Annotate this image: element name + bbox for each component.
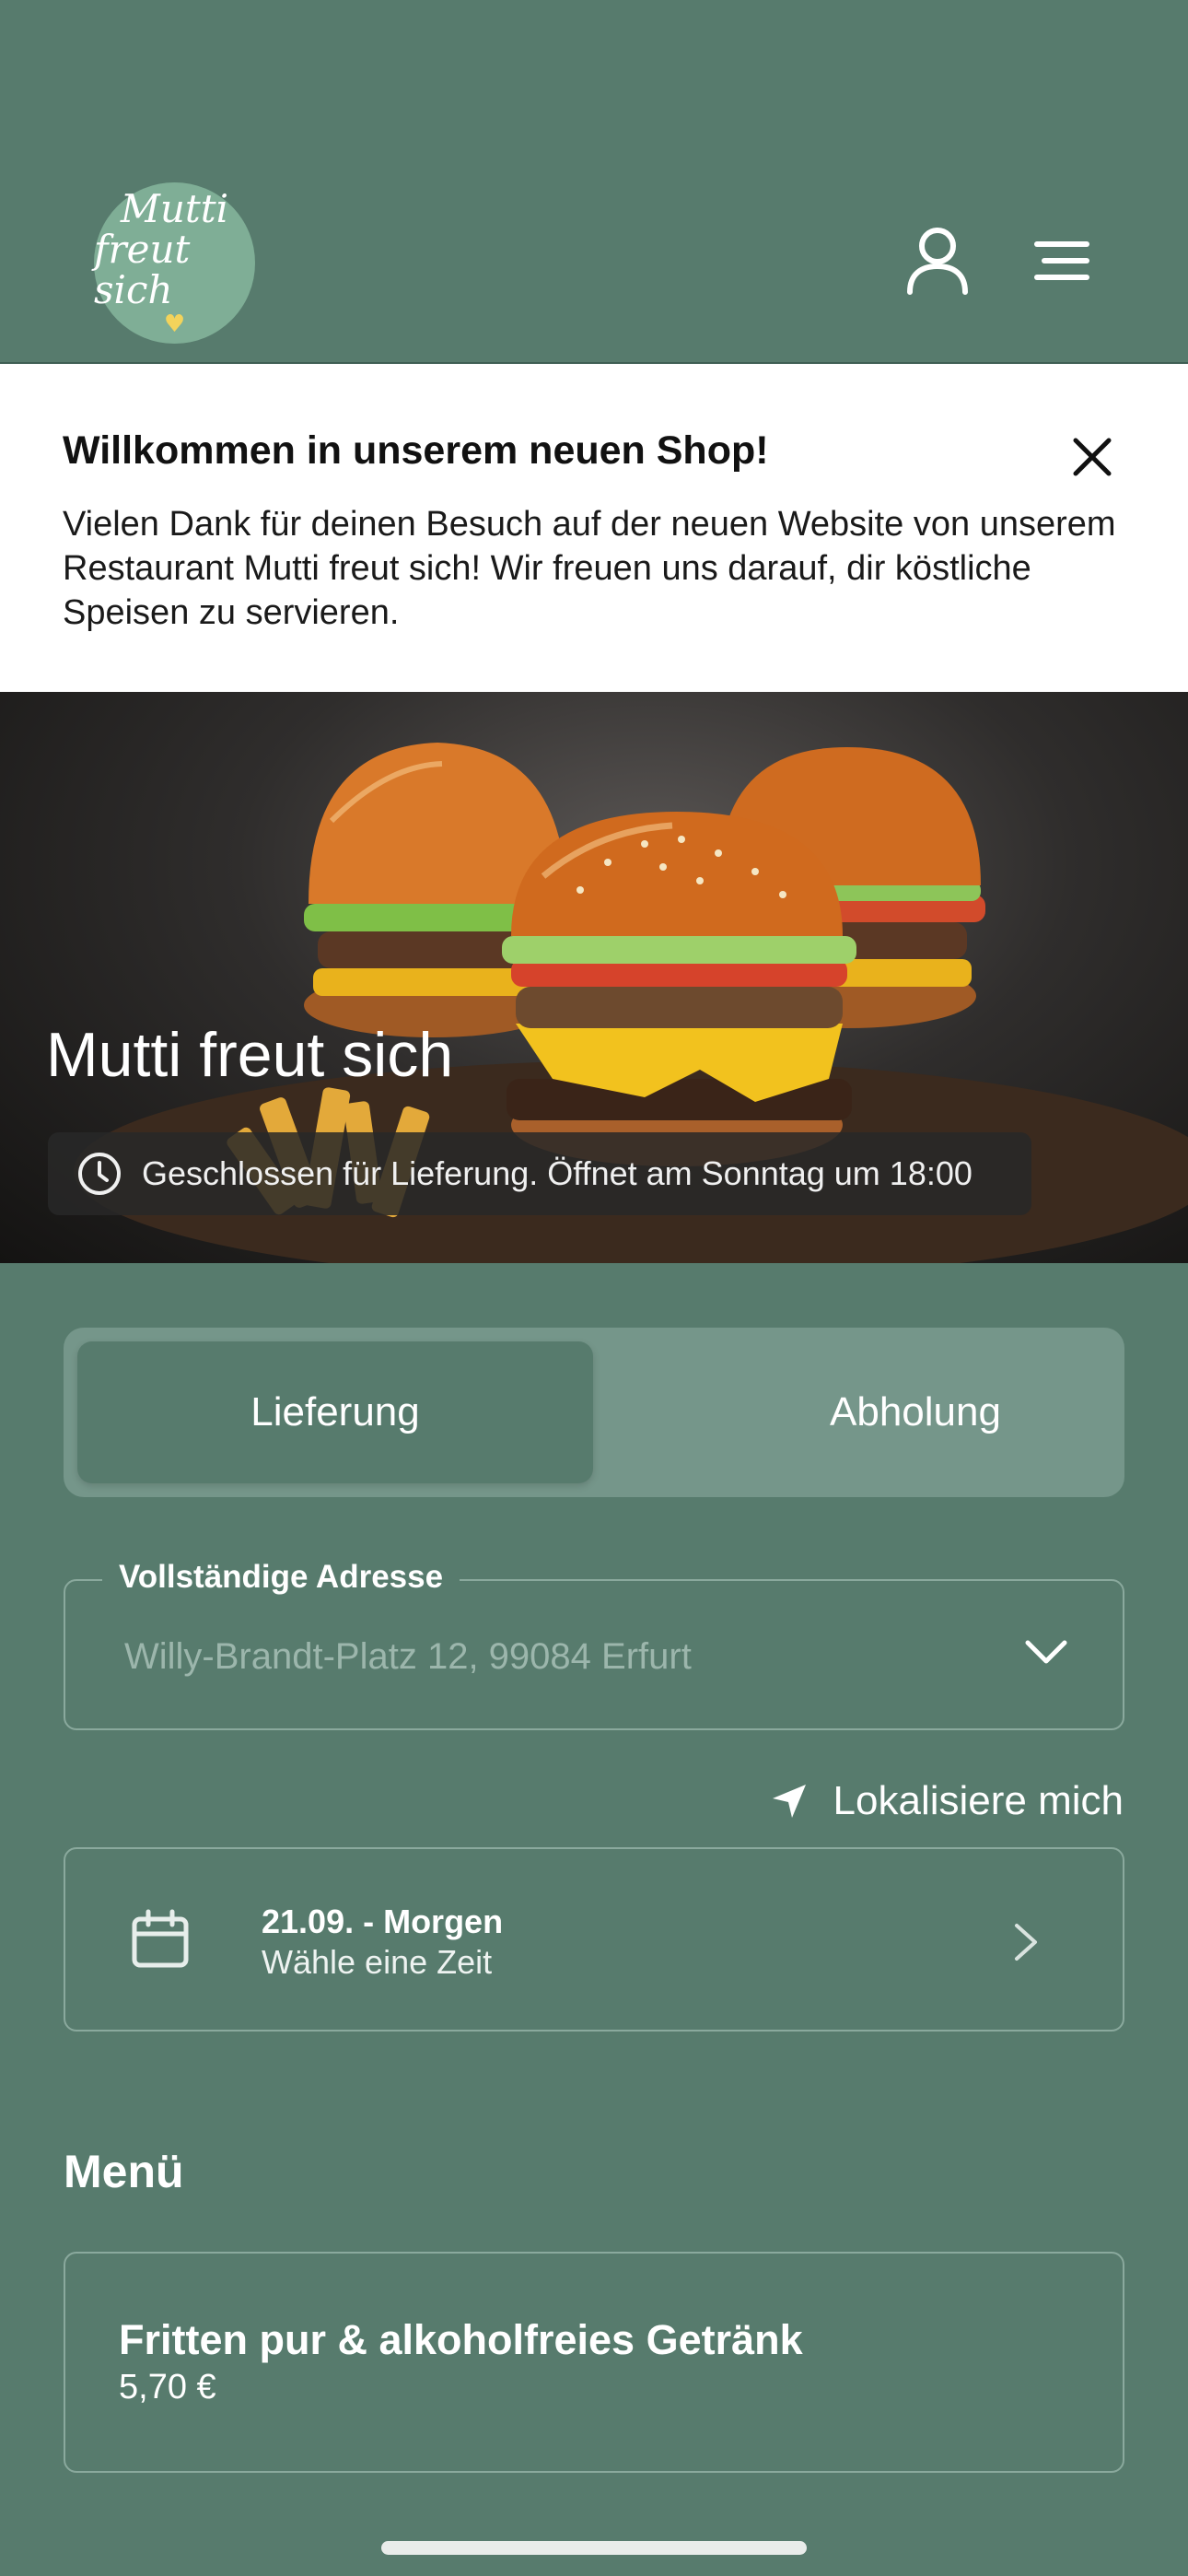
locate-me-label: Lokalisiere mich [833, 1778, 1124, 1823]
app-header: Mutti freut sich ♥ [0, 0, 1188, 364]
close-icon[interactable] [1068, 433, 1116, 481]
chevron-down-icon[interactable] [1023, 1636, 1069, 1668]
menu-item-price: 5,70 € [119, 2368, 216, 2406]
location-arrow-icon [772, 1785, 806, 1818]
menu-item-card[interactable]: Fritten pur & alkoholfreies Getränk 5,70… [64, 2252, 1124, 2473]
chevron-right-icon [1015, 1924, 1037, 1961]
restaurant-name: Mutti freut sich [46, 1020, 454, 1090]
opening-status: Geschlossen für Lieferung. Öffnet am Son… [48, 1132, 1031, 1215]
address-label: Vollständige Adresse [102, 1559, 460, 1596]
address-input[interactable]: Willy-Brandt-Platz 12, 99084 Erfurt [124, 1636, 692, 1678]
logo-text-line1: Mutti [120, 185, 229, 231]
tab-lieferung[interactable]: Lieferung [77, 1341, 593, 1483]
locate-me-button[interactable]: Lokalisiere mich [755, 1774, 1124, 1829]
choose-time-hint: Wähle eine Zeit [262, 1943, 493, 1981]
tab-abholung[interactable]: Abholung [658, 1341, 1173, 1483]
banner-title: Willkommen in unserem neuen Shop! [63, 428, 769, 473]
order-mode-toggle: Lieferung Abholung [64, 1328, 1124, 1497]
clock-icon [78, 1153, 121, 1195]
user-icon[interactable] [905, 226, 970, 295]
banner-text: Vielen Dank für deinen Besuch auf der ne… [63, 505, 1116, 632]
address-field[interactable]: Vollständige Adresse Willy-Brandt-Platz … [64, 1559, 1124, 1730]
menu-heading: Menü [64, 2146, 184, 2197]
hamburger-menu-icon[interactable] [1031, 240, 1092, 282]
home-indicator[interactable] [381, 2541, 807, 2555]
menu-item-name: Fritten pur & alkoholfreies Getränk [119, 2316, 803, 2363]
heart-icon: ♥ [163, 310, 186, 338]
restaurant-logo[interactable]: Mutti freut sich ♥ [94, 182, 255, 344]
calendar-icon [132, 1909, 189, 1968]
opening-status-text: Geschlossen für Lieferung. Öffnet am Son… [142, 1154, 973, 1192]
date-time-selector[interactable]: 21.09. - Morgen Wähle eine Zeit [64, 1847, 1124, 2032]
welcome-banner: Willkommen in unserem neuen Shop! Vielen… [0, 364, 1188, 692]
logo-text-line2: freut sich [94, 226, 191, 312]
selected-date: 21.09. - Morgen [262, 1903, 504, 1940]
hero-image: Mutti freut sich Geschlossen für Lieferu… [0, 692, 1188, 1263]
